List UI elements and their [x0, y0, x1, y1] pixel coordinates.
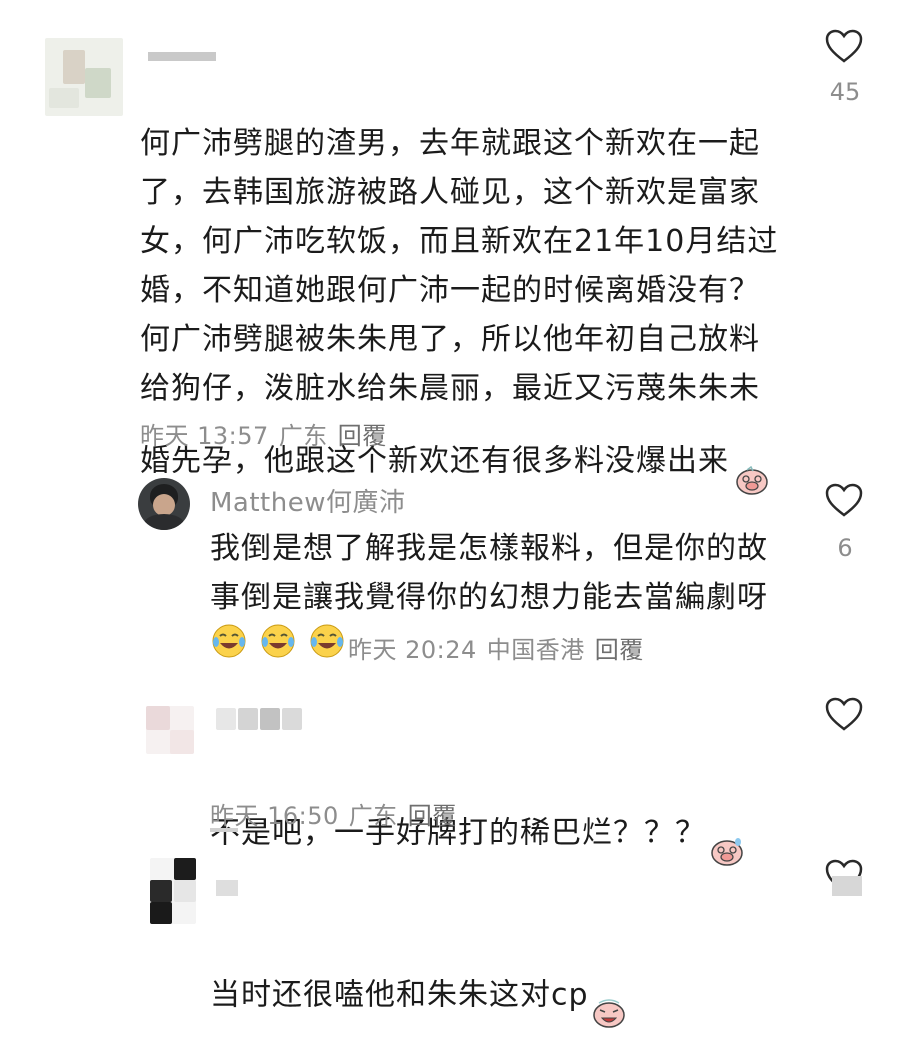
- avatar[interactable]: [45, 38, 123, 116]
- comment-time: 昨天 20:24: [348, 636, 477, 664]
- pig-face-icon: [735, 413, 769, 511]
- emoji-row: [210, 622, 346, 664]
- comment-meta: 昨天 13:57 广东 回覆: [140, 416, 397, 451]
- avatar[interactable]: [146, 706, 194, 754]
- username-redacted[interactable]: [148, 52, 216, 61]
- heart-icon: [825, 29, 863, 63]
- like-button[interactable]: [824, 696, 864, 736]
- like-count-redacted: [832, 876, 862, 896]
- comment-time: 昨天 16:50: [210, 802, 339, 830]
- tears-of-joy-icon: [308, 622, 346, 664]
- divider: [210, 828, 238, 832]
- heart-icon: [825, 483, 863, 517]
- username[interactable]: Matthew何廣沛: [210, 482, 406, 519]
- like-button[interactable]: [824, 28, 864, 68]
- heart-icon: [825, 697, 863, 731]
- comment-meta: 昨天 20:24 中国香港 回覆: [348, 630, 654, 665]
- like-button[interactable]: [824, 482, 864, 522]
- comment-body: 我倒是想了解我是怎樣報料，但是你的故 事倒是讓我覺得你的幻想力能去當編劇呀: [210, 531, 768, 615]
- reply-button[interactable]: 回覆: [338, 422, 387, 450]
- comment-meta: 昨天 16:50 广东 回覆: [210, 796, 467, 831]
- comment-body: 当时还很嗑他和朱朱这对cp: [210, 898, 810, 1045]
- comment-location: 广东: [278, 422, 328, 450]
- like-count: 45: [829, 78, 861, 106]
- username-redacted[interactable]: [216, 880, 238, 896]
- avatar[interactable]: [150, 858, 196, 924]
- avatar[interactable]: [138, 478, 190, 530]
- like-count: 6: [837, 534, 853, 562]
- comment-time: 昨天 13:57: [140, 422, 269, 450]
- pig-cry-icon: [591, 947, 627, 1045]
- reply-button[interactable]: 回覆: [408, 802, 457, 830]
- tears-of-joy-icon: [259, 622, 297, 664]
- tears-of-joy-icon: [210, 622, 248, 664]
- reply-button[interactable]: 回覆: [595, 636, 644, 664]
- username-redacted[interactable]: [216, 708, 304, 730]
- comment-location: 广东: [348, 802, 398, 830]
- pig-sweat-icon: [710, 785, 744, 883]
- comment-location: 中国香港: [486, 636, 585, 664]
